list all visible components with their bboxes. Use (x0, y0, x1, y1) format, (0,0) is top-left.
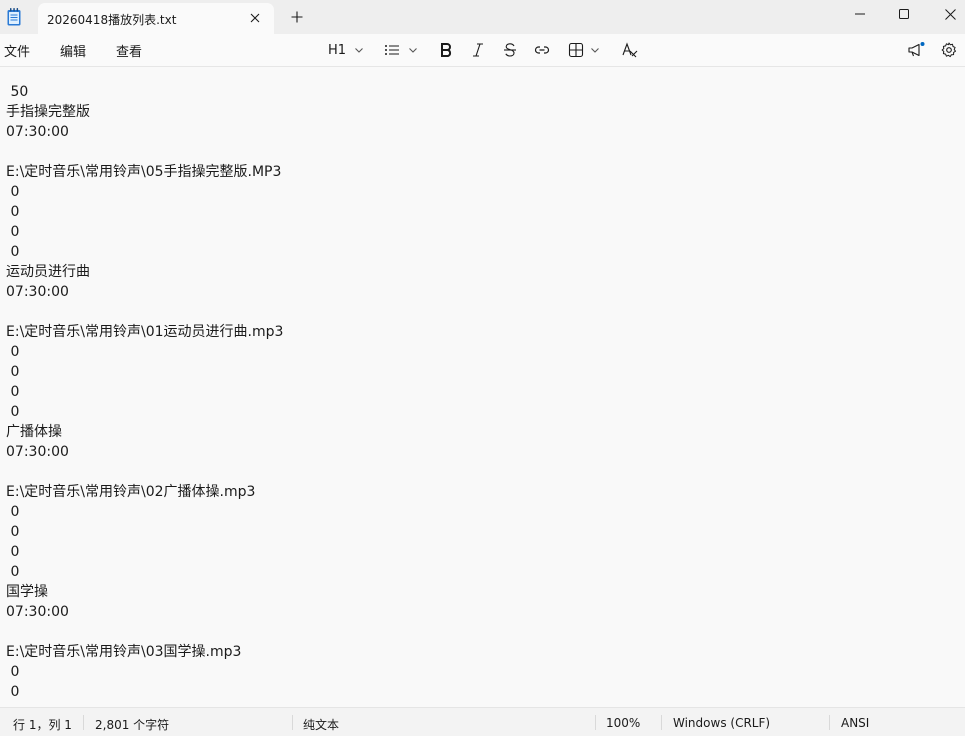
text-line: 0 (6, 344, 20, 360)
character-count: 2,801 个字符 (95, 718, 170, 732)
minimize-icon[interactable] (837, 0, 883, 28)
italic-button[interactable] (471, 39, 485, 61)
status-divider (661, 715, 662, 730)
status-divider (829, 715, 830, 730)
link-button[interactable] (534, 39, 550, 61)
text-line: 0 (6, 564, 20, 580)
title-bar: 20260418播放列表.txt (0, 0, 965, 34)
text-line: 0 (6, 504, 20, 520)
text-line: E:\定时音乐\常用铃声\02广播体操.mp3 (6, 484, 256, 500)
text-line: 07:30:00 (6, 604, 69, 620)
text-line: 07:30:00 (6, 124, 69, 140)
status-divider (83, 715, 84, 730)
text-line: 国学操 (6, 584, 48, 600)
line-ending[interactable]: Windows (CRLF) (673, 716, 770, 730)
text-line: 0 (6, 524, 20, 540)
whats-new-button[interactable] (907, 39, 925, 61)
table-icon (568, 42, 584, 58)
text-line: 0 (6, 184, 20, 200)
text-line: 运动员进行曲 (6, 264, 90, 280)
maximize-icon[interactable] (881, 0, 927, 28)
tab-title: 20260418播放列表.txt (47, 13, 177, 27)
italic-icon (473, 43, 483, 57)
link-icon (534, 46, 550, 54)
text-line: E:\定时音乐\常用铃声\01运动员进行曲.mp3 (6, 324, 284, 340)
text-line: 0 (6, 544, 20, 560)
text-line: 0 (6, 664, 20, 680)
gear-icon (941, 42, 956, 58)
close-window-icon[interactable] (927, 0, 965, 28)
text-line: 07:30:00 (6, 444, 69, 460)
document-tab[interactable]: 20260418播放列表.txt (38, 3, 274, 34)
list-icon (385, 45, 399, 55)
text-line: 0 (6, 244, 20, 260)
text-line: 0 (6, 204, 20, 220)
text-line: 07:30:00 (6, 284, 69, 300)
close-tab-icon[interactable] (246, 9, 264, 27)
clear-formatting-icon (622, 42, 638, 58)
menu-file[interactable]: 文件 (4, 41, 30, 60)
new-tab-icon[interactable] (288, 8, 306, 26)
menu-edit[interactable]: 编辑 (60, 41, 86, 60)
cursor-position: 行 1，列 1 (13, 718, 72, 732)
document-format[interactable]: 纯文本 (303, 716, 339, 733)
settings-button[interactable] (941, 39, 957, 61)
status-divider (595, 715, 596, 730)
text-editor[interactable]: 50 手指操完整版 07:30:00 E:\定时音乐\常用铃声\05手指操完整版.MP… (0, 67, 965, 707)
chevron-down-icon (355, 48, 363, 53)
text-line: 广播体操 (6, 424, 62, 440)
chevron-down-icon (591, 48, 599, 53)
text-line: E:\定时音乐\常用铃声\03国学操.mp3 (6, 644, 242, 660)
bold-icon (441, 43, 452, 57)
bold-button[interactable] (439, 39, 453, 61)
menu-view[interactable]: 查看 (116, 41, 142, 60)
text-line: 0 (6, 384, 20, 400)
notepad-app-icon (7, 8, 21, 26)
strikethrough-icon (504, 43, 516, 57)
encoding[interactable]: ANSI (841, 716, 869, 730)
megaphone-icon (908, 42, 925, 57)
table-dropdown[interactable] (568, 39, 600, 61)
zoom-level[interactable]: 100% (606, 716, 640, 730)
heading-dropdown[interactable]: H1 (328, 39, 364, 61)
clear-formatting-button[interactable] (621, 39, 639, 61)
text-line: 0 (6, 364, 20, 380)
text-line: 0 (6, 684, 20, 700)
heading-label: H1 (328, 42, 347, 58)
text-line: 0 (6, 224, 20, 240)
status-divider (292, 715, 293, 730)
chevron-down-icon (409, 48, 417, 53)
text-line: 手指操完整版 (6, 104, 90, 120)
list-dropdown[interactable] (384, 39, 418, 61)
strikethrough-button[interactable] (503, 39, 517, 61)
text-line: 50 (6, 84, 29, 100)
status-bar: 行 1，列 1 2,801 个字符 纯文本 100% Windows (CRLF… (0, 707, 965, 736)
text-line: E:\定时音乐\常用铃声\05手指操完整版.MP3 (6, 164, 282, 180)
menu-bar: 文件 编辑 查看 H1 (0, 34, 965, 67)
text-line: 0 (6, 404, 20, 420)
